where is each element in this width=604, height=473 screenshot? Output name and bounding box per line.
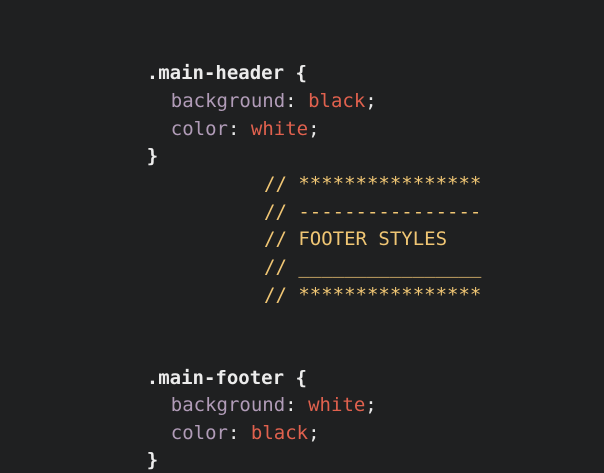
colon: : <box>227 117 240 140</box>
comment-line: // **************** <box>264 173 482 195</box>
code-editor[interactable]: .main-header { background: black; color:… <box>0 0 604 473</box>
comment-line: // **************** <box>264 284 482 306</box>
semicolon: ; <box>308 117 320 140</box>
comment-line: // ________________ <box>264 256 482 278</box>
code-line-header-background: background: black; <box>125 60 377 112</box>
css-value: white <box>250 117 309 140</box>
code-line-footer-background: background: white; <box>125 364 377 416</box>
code-line-footer-close: } <box>101 419 158 471</box>
code-line-header-close: } <box>101 115 158 167</box>
semicolon: ; <box>308 421 320 444</box>
close-brace: } <box>146 144 159 167</box>
semicolon: ; <box>365 393 377 416</box>
close-brace: } <box>146 448 159 471</box>
comment-line: // ---------------- <box>264 201 482 223</box>
code-line-footer-selector: .main-footer { <box>101 337 307 389</box>
semicolon: ; <box>365 89 377 112</box>
css-value: black <box>250 421 309 444</box>
code-line-header-selector: .main-header { <box>101 32 307 84</box>
code-line-footer-color: color: black; <box>125 392 320 444</box>
colon: : <box>227 421 240 444</box>
css-property: color <box>170 117 228 140</box>
css-property: color <box>170 421 228 444</box>
code-line-header-color: color: white; <box>125 88 320 140</box>
comment-line-title: // FOOTER STYLES <box>264 228 448 250</box>
